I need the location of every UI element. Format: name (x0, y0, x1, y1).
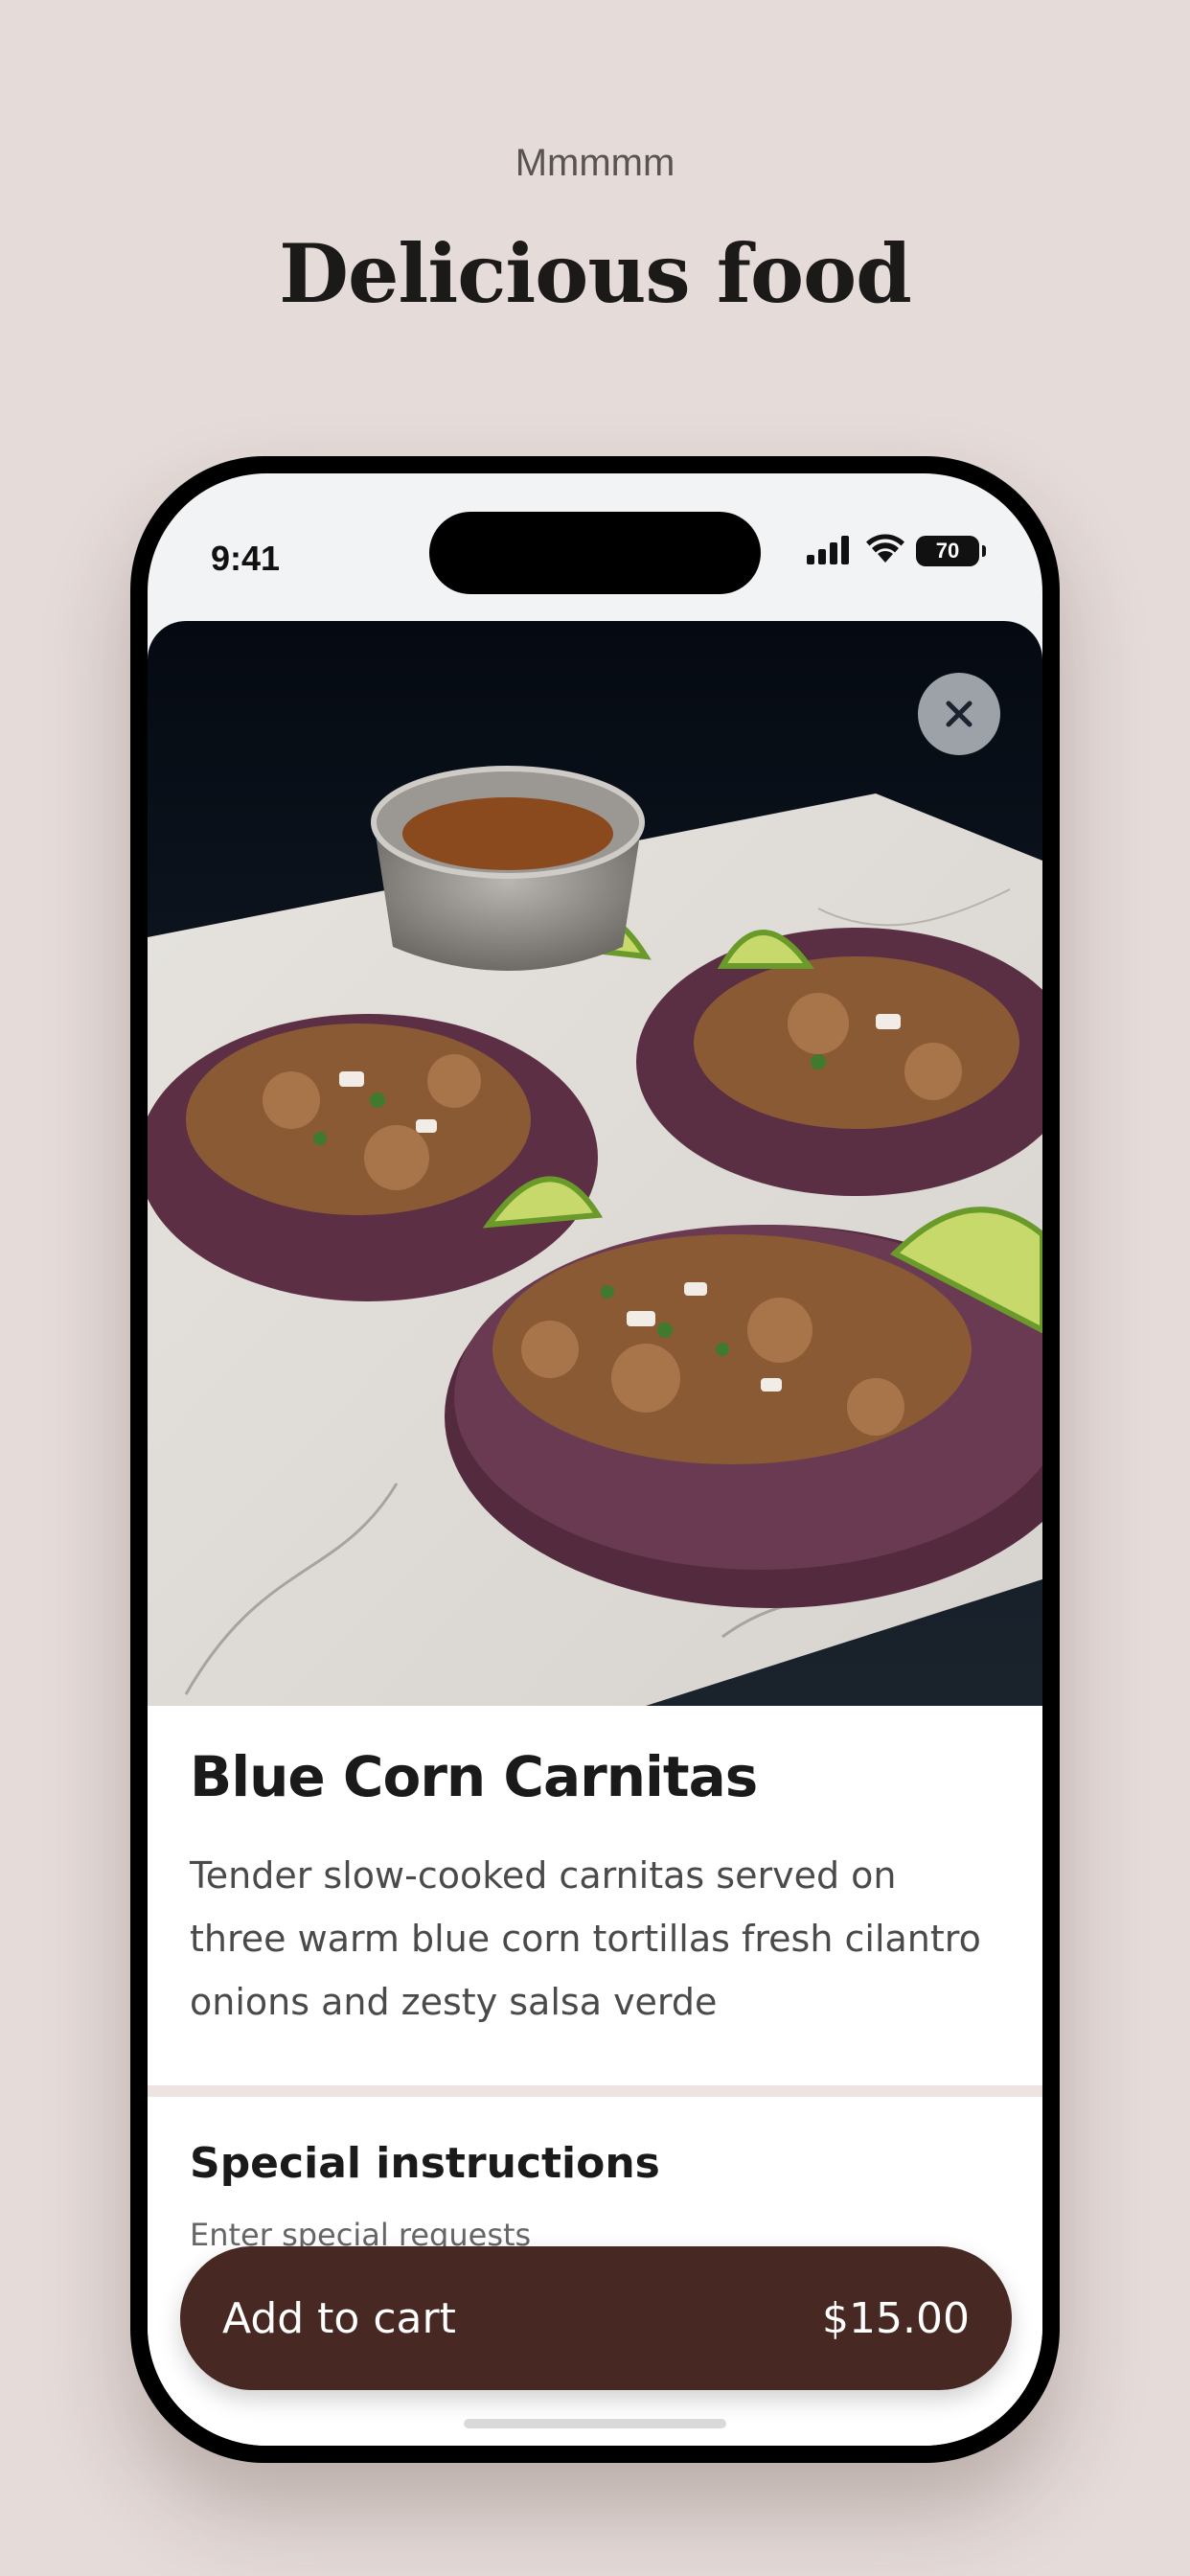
special-instructions-title: Special instructions (190, 2139, 660, 2188)
wifi-icon (864, 534, 906, 569)
signal-icon (805, 534, 855, 569)
dish-title: Blue Corn Carnitas (190, 1744, 758, 1809)
home-indicator[interactable] (464, 2419, 726, 2428)
dish-description: Tender slow-cooked carnitas served on th… (190, 1854, 981, 2023)
cart-price: $15.00 (822, 2293, 970, 2343)
dynamic-island (429, 512, 761, 594)
food-photo (148, 621, 1042, 1706)
section-divider (148, 2085, 1042, 2097)
add-to-cart-button[interactable]: Add to cart $15.00 (180, 2246, 1012, 2390)
product-sheet: Blue Corn Carnitas Tender slow-cooked ca… (148, 621, 1042, 2446)
phone-screen: 9:41 70 Blue Corn Carnitas Tender slow-c… (148, 473, 1042, 2446)
close-icon (943, 698, 975, 730)
add-to-cart-label: Add to cart (222, 2293, 456, 2343)
phone-frame: 9:41 70 Blue Corn Carnitas Tender slow-c… (130, 456, 1060, 2463)
status-time: 9:41 (211, 539, 281, 578)
battery-icon: 70 (916, 536, 986, 566)
close-button[interactable] (918, 673, 1000, 755)
eyebrow-text: Mmmmm (515, 142, 675, 184)
page-headline: Delicious food (279, 226, 912, 321)
status-icons: 70 (805, 527, 986, 575)
